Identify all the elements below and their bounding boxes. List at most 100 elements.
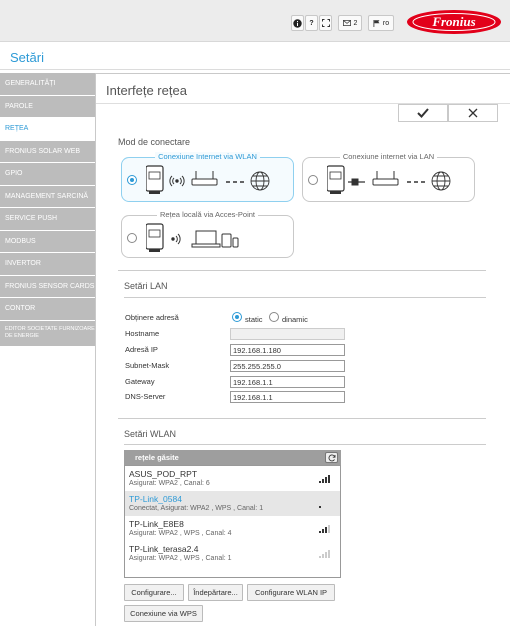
inverter-icon (146, 223, 164, 252)
ip-label: Adresă IP (125, 345, 158, 354)
help-button[interactable]: ? (305, 15, 318, 31)
router-icon (372, 171, 399, 186)
language-button[interactable]: ro (368, 15, 394, 31)
address-mode-label: Obținere adresă (125, 313, 179, 322)
mode-access-point-radio[interactable] (127, 233, 137, 243)
divider (124, 297, 486, 298)
globe-icon (431, 171, 451, 191)
info-icon[interactable] (291, 15, 304, 31)
network-name: TP-Link_E8E8 (129, 519, 184, 529)
remove-button[interactable]: Îndepărtare... (188, 584, 243, 601)
connection-heading: Mod de conectare (118, 137, 191, 147)
sidebar-item-retea[interactable]: REȚEA (0, 118, 95, 141)
configure-button[interactable]: Configurare... (124, 584, 184, 601)
network-name: TP-Link_0584 (129, 494, 182, 504)
network-details: Asigurat: WPA2 , Canal: 6 (129, 480, 210, 487)
network-name: ASUS_POD_RPT (129, 469, 198, 479)
address-dynamic-label: dinamic (282, 315, 308, 324)
mode-lan-option[interactable]: Conexiune internet via LAN (302, 152, 475, 202)
page-header: Setări (0, 42, 510, 70)
inverter-icon (146, 165, 164, 194)
top-bar: ? 2 ro Fronius (0, 0, 510, 42)
wlan-list-header: rețele găsite (124, 450, 341, 465)
language-code: ro (382, 19, 390, 27)
router-icon (191, 171, 218, 186)
panel-title: Interfețe rețea (106, 83, 187, 98)
mode-wlan-option[interactable]: Conexiune Internet via WLAN (121, 152, 294, 202)
refresh-icon (328, 453, 335, 461)
sidebar-item-management-sarcina[interactable]: MANAGEMENT SARCINĂ (0, 185, 95, 208)
address-dynamic-radio[interactable] (269, 312, 279, 322)
mode-access-point-label: Rețea locală via Acces-Point (156, 210, 259, 219)
sidebar: GENERALITĂȚI PAROLE REȚEA FRONIUS SOLAR … (0, 73, 95, 347)
signal-strength-icon (319, 500, 330, 508)
hostname-label: Hostname (125, 329, 160, 338)
inverter-icon (327, 165, 345, 194)
page-title: Setări (10, 50, 44, 65)
sidebar-item-solar-web[interactable]: FRONIUS SOLAR WEB (0, 140, 95, 163)
content-panel: Interfețe rețea Mod de conectare Conexiu… (95, 73, 510, 626)
network-item-tp-link-0584[interactable]: TP-Link_0584 Conectat, Asigurat: WPA2 , … (125, 491, 340, 516)
access-point-diagram (146, 223, 239, 252)
sidebar-item-invertor[interactable]: INVERTOR (0, 253, 95, 276)
network-item-tp-link-terasa[interactable]: TP-Link_terasa2.4 Asigurat: WPA2 , WPS ,… (125, 541, 340, 566)
subnet-mask-input[interactable] (230, 360, 345, 372)
signal-strength-icon (319, 550, 330, 558)
sidebar-item-generalitati[interactable]: GENERALITĂȚI (0, 73, 95, 96)
lan-connection-diagram (327, 165, 451, 194)
network-name: TP-Link_terasa2.4 (129, 544, 199, 554)
mode-access-point-option[interactable]: Rețea locală via Acces-Point (121, 210, 294, 258)
mode-wlan-label: Conexiune Internet via WLAN (155, 152, 260, 161)
mode-wlan-radio[interactable] (127, 175, 137, 185)
wlan-connection-diagram (146, 165, 270, 194)
globe-icon (250, 171, 270, 191)
gateway-input[interactable] (230, 376, 345, 388)
signal-strength-icon (319, 525, 330, 533)
tablet-icon (221, 233, 239, 248)
sidebar-item-modbus[interactable]: MODBUS (0, 230, 95, 253)
close-icon (468, 108, 478, 118)
network-details: Asigurat: WPA2 , WPS , Canal: 1 (129, 555, 232, 562)
dns-label: DNS-Server (125, 392, 166, 401)
wps-connect-button[interactable]: Conexiune via WPS (124, 605, 203, 622)
address-static-radio[interactable] (232, 312, 242, 322)
configure-wlan-ip-button[interactable]: Configurare WLAN IP (247, 584, 335, 601)
cancel-button[interactable] (448, 104, 498, 122)
mode-lan-label: Conexiune internet via LAN (339, 152, 438, 161)
messages-button[interactable]: 2 (338, 15, 362, 31)
ip-input[interactable] (230, 344, 345, 356)
fronius-logo: Fronius (407, 10, 501, 34)
sidebar-item-editor-societate[interactable]: EDITOR SOCIETATE FURNIZOARE DE ENERGIE (0, 320, 95, 347)
sidebar-item-gpio[interactable]: GPIO (0, 163, 95, 186)
sidebar-item-parole[interactable]: PAROLE (0, 95, 95, 118)
dns-input[interactable] (230, 391, 345, 403)
ethernet-cable-icon (348, 178, 365, 186)
network-item-asus[interactable]: ASUS_POD_RPT Asigurat: WPA2 , Canal: 6 (125, 466, 340, 491)
signal-strength-icon (319, 475, 330, 483)
expand-icon[interactable] (319, 15, 332, 31)
refresh-button[interactable] (325, 452, 338, 463)
sidebar-item-contor[interactable]: CONTOR (0, 298, 95, 321)
network-item-tp-link-e8e8[interactable]: TP-Link_E8E8 Asigurat: WPA2 , WPS , Cana… (125, 516, 340, 541)
wifi-icon (169, 175, 185, 187)
hostname-input[interactable] (230, 328, 345, 340)
wlan-heading: Setări WLAN (124, 429, 177, 439)
sidebar-item-sensor-cards[interactable]: FRONIUS SENSOR CARDS (0, 275, 95, 298)
network-details: Asigurat: WPA2 , WPS , Canal: 4 (129, 530, 232, 537)
wlan-network-list[interactable]: ASUS_POD_RPT Asigurat: WPA2 , Canal: 6 T… (124, 465, 341, 578)
sidebar-item-service-push[interactable]: SERVICE PUSH (0, 208, 95, 231)
network-details: Conectat, Asigurat: WPA2 , WPS , Canal: … (129, 505, 264, 512)
message-count: 2 (353, 19, 358, 27)
confirm-button[interactable] (398, 104, 448, 122)
address-static-label: static (245, 315, 263, 324)
divider (124, 444, 486, 445)
laptop-icon (191, 230, 221, 248)
flag-icon (373, 19, 380, 27)
subnet-mask-label: Subnet-Mask (125, 361, 170, 370)
lan-heading: Setări LAN (124, 281, 168, 291)
wlan-list-title: rețele găsite (135, 453, 179, 462)
mode-lan-radio[interactable] (308, 175, 318, 185)
envelope-icon (342, 20, 351, 26)
divider (118, 418, 486, 419)
wifi-icon (171, 233, 181, 245)
